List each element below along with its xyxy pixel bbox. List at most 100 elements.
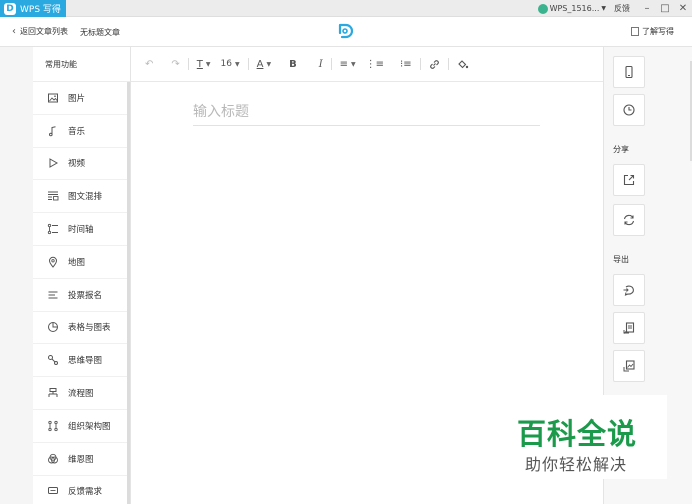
app-tab[interactable]: D WPS 写得 — [0, 0, 66, 17]
export-label: 导出 — [613, 255, 629, 264]
clock-icon — [623, 104, 635, 116]
share-icon — [623, 174, 635, 186]
sidebar-item-label: 图文混排 — [68, 192, 103, 203]
sidebar-item-venn[interactable]: 维恩图 — [33, 443, 130, 476]
sidebar-item-label: 反馈需求 — [68, 487, 103, 498]
chevron-left-icon: ‹ — [12, 26, 16, 37]
sidebar-item-flowchart[interactable]: 流程图 — [33, 377, 130, 410]
unordered-list-icon[interactable]: ⁝≡ — [400, 54, 412, 74]
font-color-dropdown[interactable]: A ▼ — [257, 54, 271, 74]
org-chart-icon — [47, 420, 59, 432]
xiede-logo-icon — [338, 23, 353, 39]
share-label: 分享 — [613, 145, 629, 154]
divider — [187, 58, 189, 70]
sidebar-item-timeline[interactable]: 时间轴 — [33, 213, 130, 246]
music-icon — [47, 125, 59, 137]
back-label: 返回文章列表 — [20, 27, 68, 36]
sidebar-item-music[interactable]: 音乐 — [33, 115, 130, 148]
divider — [247, 58, 249, 70]
refresh-icon — [623, 214, 635, 226]
sidebar-item-org-chart[interactable]: 组织架构图 — [33, 410, 130, 443]
maximize-icon[interactable]: □ — [656, 3, 674, 14]
sidebar-item-label: 表格与图表 — [68, 323, 111, 334]
export-image-icon — [623, 360, 635, 372]
learn-label: 了解写得 — [642, 27, 674, 36]
chevron-down-icon: ▼ — [266, 60, 272, 68]
document-icon — [631, 27, 639, 36]
sidebar-item-label: 音乐 — [68, 126, 86, 137]
watermark-subtitle: 助你轻松解决 — [525, 455, 628, 474]
export-document-button[interactable] — [613, 312, 645, 344]
video-icon — [47, 157, 59, 169]
export-chat-icon — [623, 285, 634, 296]
share-button[interactable] — [613, 164, 645, 196]
layout-icon — [47, 190, 59, 202]
fill-color-icon[interactable] — [457, 54, 469, 74]
divider — [419, 58, 421, 70]
italic-button[interactable]: I — [319, 54, 323, 74]
sidebar-item-label: 图片 — [68, 93, 86, 104]
font-color-icon: A — [256, 58, 264, 70]
watermark-title: 百科全说 — [517, 417, 638, 451]
sidebar-list: 图片音乐视频图文混排时间轴地图投票报名表格与图表思维导图流程图组织架构图维恩图反… — [33, 82, 130, 504]
export-doc-icon — [623, 322, 635, 334]
sidebar-item-video[interactable]: 视频 — [33, 148, 130, 181]
map-pin-icon — [47, 256, 59, 268]
learn-more-link[interactable]: 了解写得 — [631, 26, 674, 37]
timeline-icon — [47, 223, 59, 235]
sidebar-item-mindmap[interactable]: 思维导图 — [33, 344, 130, 378]
close-icon[interactable]: ✕ — [674, 3, 692, 14]
sidebar-item-label: 维恩图 — [68, 454, 94, 465]
font-size-dropdown[interactable]: 16 ▼ — [221, 54, 240, 74]
vote-icon — [47, 289, 59, 301]
user-name: WPS_1516... — [549, 4, 600, 13]
user-menu[interactable]: WPS_1516... ▼ — [537, 3, 606, 14]
avatar — [537, 3, 548, 14]
sidebar-item-layout[interactable]: 图文混排 — [33, 180, 130, 214]
sync-button[interactable] — [613, 204, 645, 236]
sidebar-item-label: 思维导图 — [68, 356, 103, 367]
app-name: WPS 写得 — [20, 5, 61, 15]
sidebar-item-chart[interactable]: 表格与图表 — [33, 312, 130, 345]
sidebar-item-label: 地图 — [68, 257, 86, 268]
sidebar-item-image[interactable]: 图片 — [33, 82, 130, 115]
flowchart-icon — [47, 387, 59, 399]
font-size-value: 16 — [220, 59, 232, 69]
title-bar: D WPS 写得 WPS_1516... ▼ 反馈 – □ ✕ — [0, 0, 692, 17]
chevron-down-icon: ▼ — [205, 60, 211, 68]
text-style-icon: T — [196, 58, 203, 70]
phone-icon — [625, 65, 633, 79]
sidebar-item-feedback[interactable]: 反馈需求 — [33, 476, 130, 504]
chart-icon — [47, 321, 59, 333]
align-dropdown[interactable]: ≡ ▼ — [340, 54, 356, 74]
sidebar-item-vote[interactable]: 投票报名 — [33, 279, 130, 312]
sidebar-scrollbar[interactable] — [127, 82, 130, 504]
bold-button[interactable]: B — [289, 54, 297, 74]
align-left-icon: ≡ — [339, 58, 349, 70]
export-image-button[interactable] — [613, 350, 645, 382]
feedback-link[interactable]: 反馈 — [614, 3, 630, 14]
sidebar-item-map-pin[interactable]: 地图 — [33, 246, 130, 279]
export-long-image-button[interactable] — [613, 274, 645, 306]
text-style-dropdown[interactable]: T ▼ — [197, 54, 211, 74]
sidebar-item-label: 流程图 — [68, 389, 94, 400]
chevron-down-icon: ▼ — [351, 60, 356, 68]
image-icon — [47, 92, 59, 104]
history-button[interactable] — [613, 94, 645, 126]
redo-icon[interactable]: ↷ — [171, 54, 179, 74]
minimize-icon[interactable]: – — [638, 3, 656, 14]
top-nav: ‹ 返回文章列表 无标题文章 了解写得 — [0, 17, 692, 47]
back-button[interactable]: ‹ 返回文章列表 — [12, 26, 68, 37]
link-icon[interactable] — [429, 54, 440, 74]
ordered-list-icon[interactable]: ⋮≡ — [366, 54, 384, 74]
chevron-down-icon: ▼ — [601, 5, 606, 12]
title-input[interactable] — [193, 99, 540, 126]
chevron-down-icon: ▼ — [234, 60, 240, 68]
format-toolbar: ↶ ↷ T ▼ 16 ▼ A ▼ B I ≡ ▼ ⋮≡ ⁝≡ — [131, 47, 603, 82]
document-name: 无标题文章 — [80, 28, 120, 37]
titlebar-controls: WPS_1516... ▼ 反馈 – □ ✕ — [537, 0, 692, 17]
wps-logo-icon: D — [4, 2, 16, 15]
mobile-preview-button[interactable] — [613, 56, 645, 88]
undo-icon[interactable]: ↶ — [145, 54, 153, 74]
venn-icon — [47, 453, 59, 465]
